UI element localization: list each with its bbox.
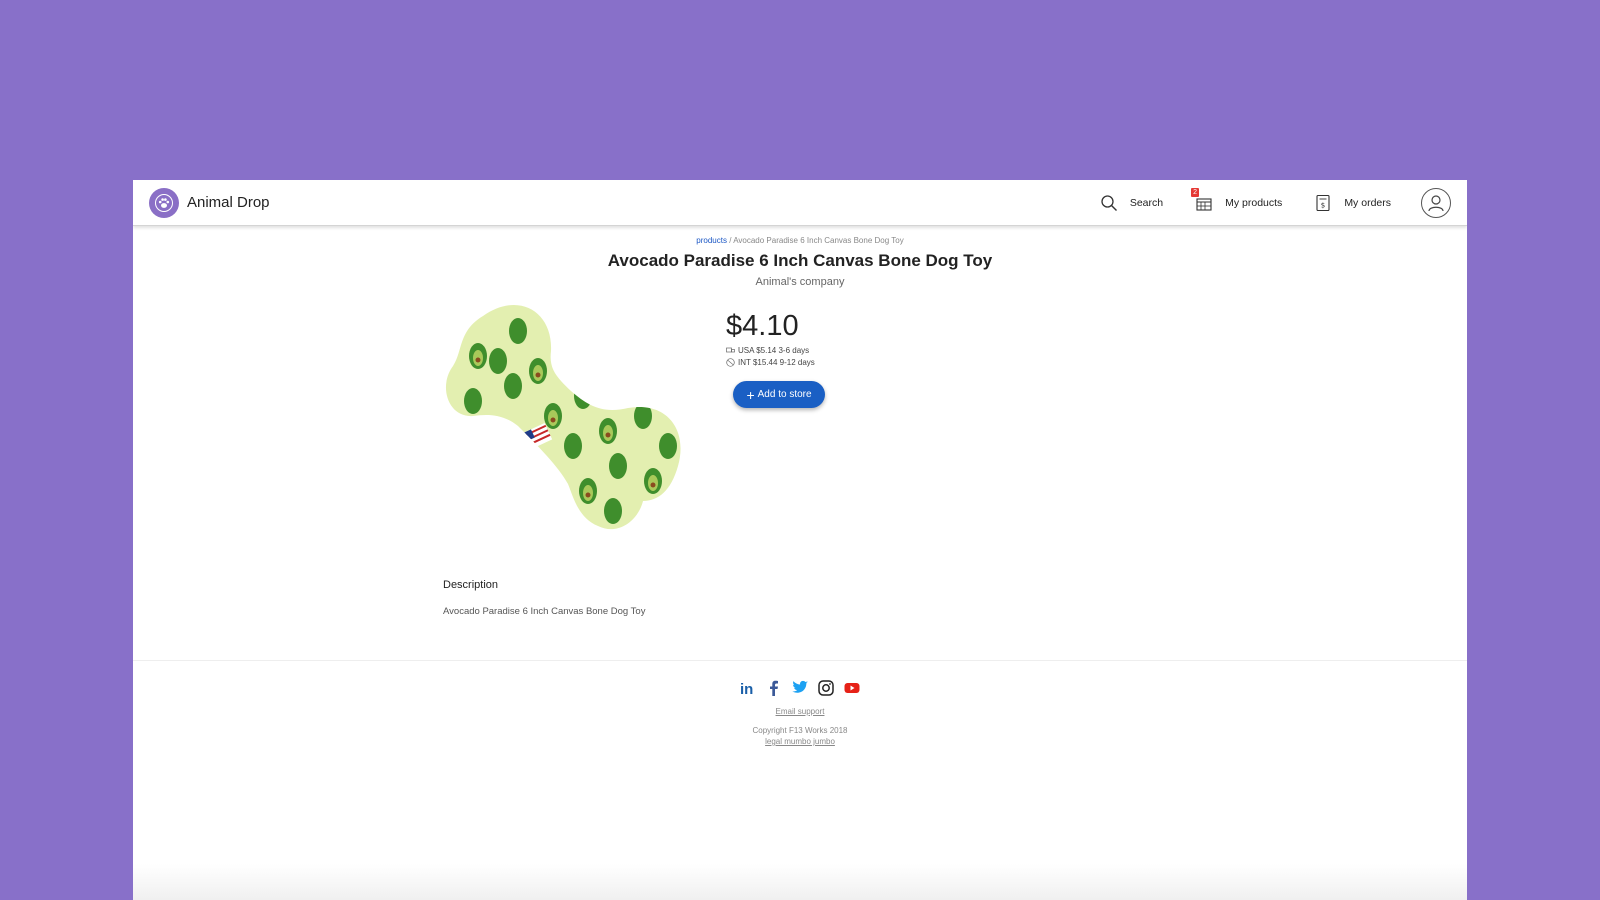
youtube-icon[interactable] (843, 679, 861, 697)
breadcrumb-products-link[interactable]: products (696, 236, 727, 245)
search-icon (1100, 194, 1118, 212)
description-heading: Description (443, 579, 499, 591)
nav-search-label: Search (1129, 196, 1164, 209)
product-image (443, 296, 693, 536)
company-name: Animal's company (755, 276, 845, 288)
add-to-store-label: Add to store (757, 389, 812, 400)
copyright-text: Copyright F13 Works 2018 (752, 726, 848, 735)
receipt-icon: $ (1314, 194, 1332, 212)
nav-my-orders[interactable]: $ My orders (1314, 194, 1391, 212)
breadcrumb-separator: / (729, 236, 732, 245)
description-section: Description Avocado Paradise 6 Inch Canv… (443, 579, 1467, 617)
browser-window: Animal Drop Search 2 My products $ My or… (133, 180, 1467, 900)
shipping-int-text: INT $15.44 9-12 days (738, 358, 815, 367)
svg-text:$: $ (1321, 201, 1325, 209)
description-text: Avocado Paradise 6 Inch Canvas Bone Dog … (443, 606, 646, 617)
top-navbar: Animal Drop Search 2 My products $ My or… (133, 180, 1467, 226)
store-icon: 2 (1191, 187, 1213, 212)
breadcrumb-current: Avocado Paradise 6 Inch Canvas Bone Dog … (733, 236, 904, 245)
globe-icon (726, 358, 735, 367)
legal-link[interactable]: legal mumbo jumbo (133, 737, 1467, 746)
product-section: $4.10 USA $5.14 3-6 days INT $15.44 9-12… (133, 288, 1467, 530)
product-price: $4.10 (726, 310, 799, 342)
shipping-int: INT $15.44 9-12 days (726, 358, 815, 367)
nav-my-products[interactable]: 2 My products (1191, 187, 1283, 212)
social-links: in (133, 679, 1467, 697)
footer: in Email support Copyright F13 Works 201… (133, 660, 1467, 746)
brand-name[interactable]: Animal Drop (187, 194, 270, 211)
add-to-store-button[interactable]: + Add to store (733, 381, 825, 408)
email-support-link[interactable]: Email support (133, 707, 1467, 716)
facebook-icon[interactable] (765, 679, 783, 697)
products-count-badge: 2 (1191, 187, 1200, 197)
bottom-shadow (133, 864, 1467, 900)
svg-text:in: in (740, 681, 753, 697)
product-title: Avocado Paradise 6 Inch Canvas Bone Dog … (607, 251, 993, 270)
shipping-usa: USA $5.14 3-6 days (726, 346, 815, 355)
nav-search[interactable]: Search (1100, 194, 1163, 212)
nav-my-products-label: My products (1225, 196, 1283, 209)
paw-icon[interactable] (149, 187, 179, 218)
truck-icon (726, 347, 735, 354)
linkedin-icon[interactable]: in (739, 679, 757, 697)
breadcrumb: products / Avocado Paradise 6 Inch Canva… (133, 236, 1467, 245)
price-block: $4.10 USA $5.14 3-6 days INT $15.44 9-12… (726, 310, 815, 367)
instagram-icon[interactable] (817, 679, 835, 697)
plus-icon: + (746, 386, 755, 403)
shipping-usa-text: USA $5.14 3-6 days (738, 346, 810, 355)
user-avatar-icon[interactable] (1421, 187, 1451, 218)
twitter-icon[interactable] (791, 679, 809, 697)
nav-my-orders-label: My orders (1344, 196, 1391, 209)
